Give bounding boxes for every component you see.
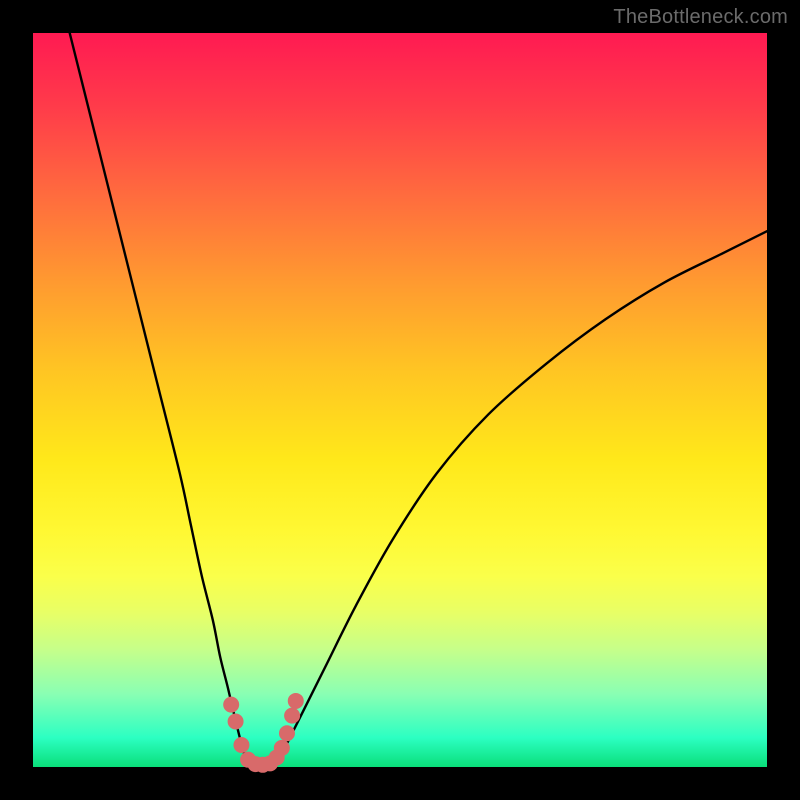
bottleneck-dot xyxy=(228,714,243,729)
outer-frame: TheBottleneck.com xyxy=(0,0,800,800)
chart-svg xyxy=(33,33,767,767)
watermark-text: TheBottleneck.com xyxy=(613,6,788,29)
bottleneck-dot xyxy=(234,737,249,752)
bottleneck-dot xyxy=(274,740,289,755)
bottleneck-dot xyxy=(288,693,303,708)
bottleneck-dots-group xyxy=(224,693,304,772)
bottleneck-dot xyxy=(285,708,300,723)
left-curve-path xyxy=(70,33,244,752)
bottleneck-dot xyxy=(224,697,239,712)
right-curve-path xyxy=(283,231,767,752)
plot-area xyxy=(33,33,767,767)
bottleneck-dot xyxy=(279,726,294,741)
